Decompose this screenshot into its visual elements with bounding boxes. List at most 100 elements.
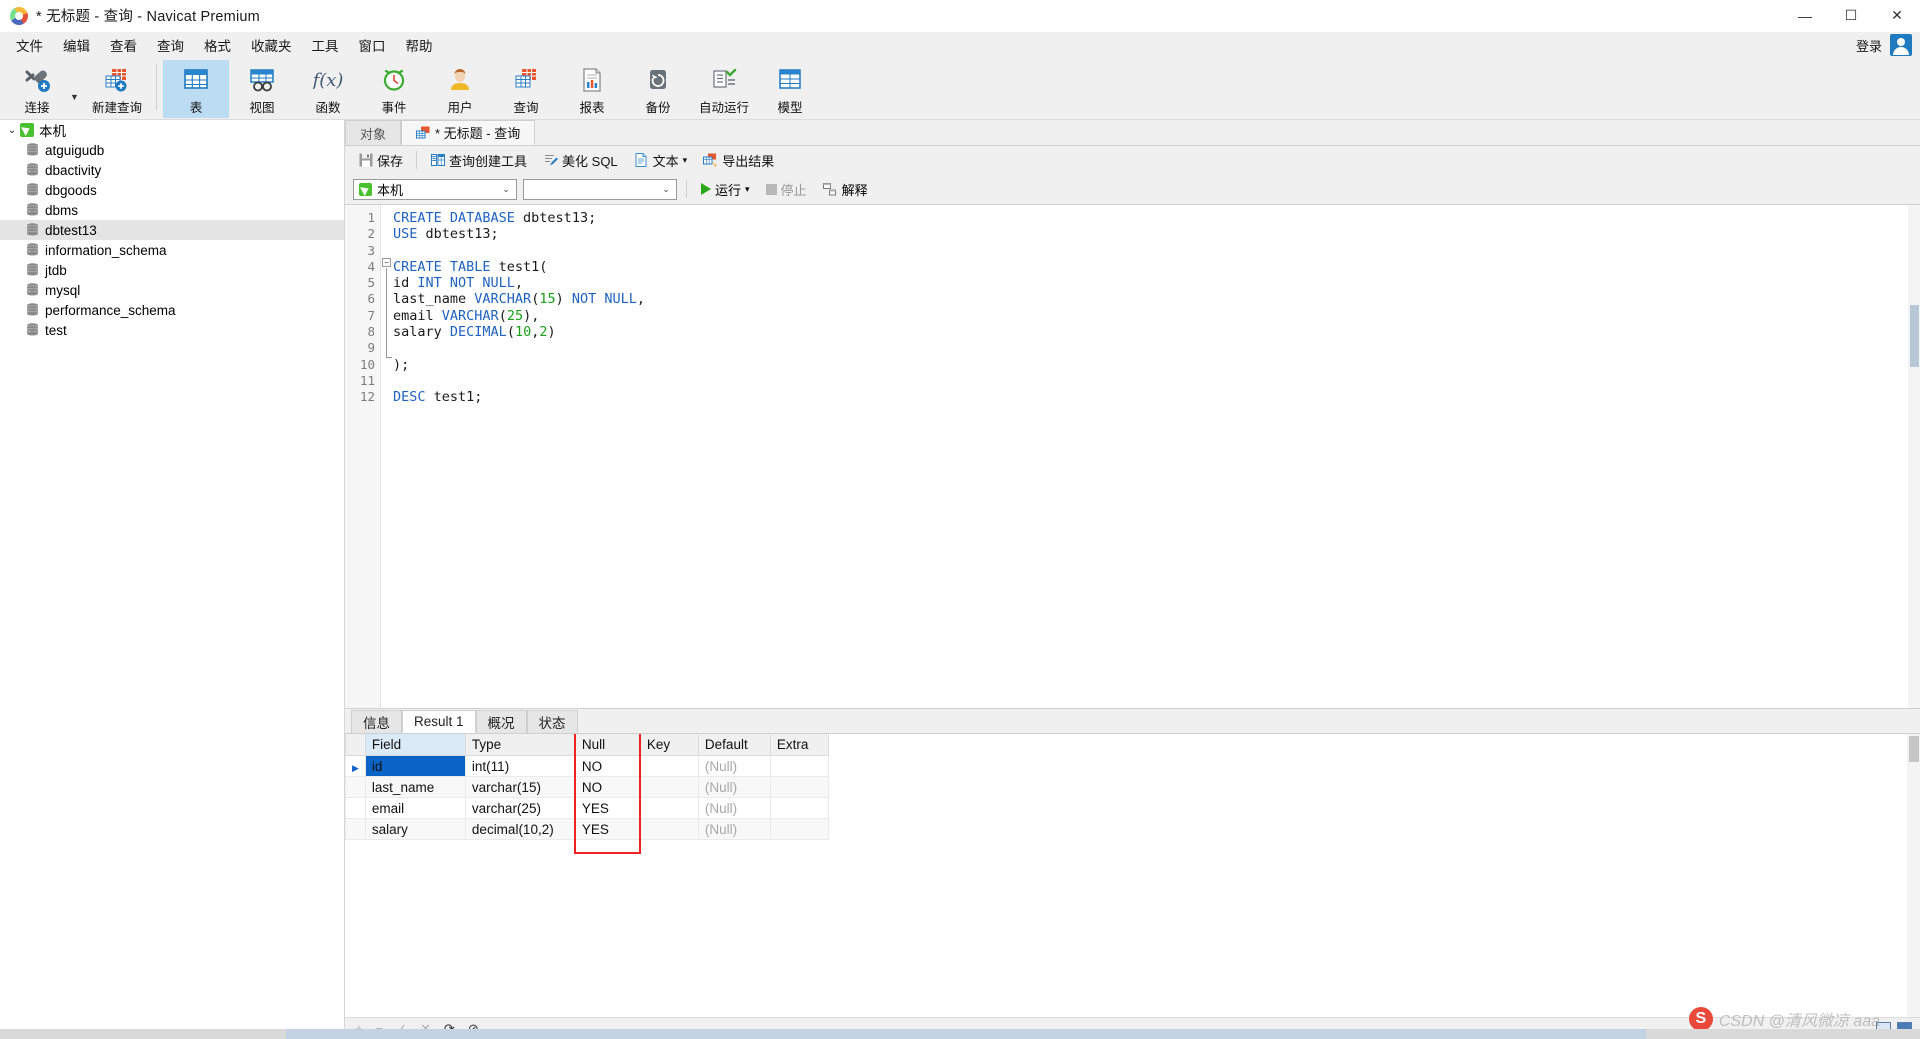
table-cell[interactable]: NO	[574, 755, 641, 777]
table-cell[interactable]: salary	[364, 818, 466, 840]
toolbar-button-model[interactable]: 模型	[757, 60, 823, 118]
menu-item-file[interactable]: 文件	[6, 32, 53, 58]
minimize-button[interactable]: —	[1782, 0, 1828, 32]
toolbar-button-query[interactable]: 查询	[493, 60, 559, 118]
connection-dropdown-caret-icon[interactable]: ▼	[70, 92, 84, 102]
result-tab[interactable]: Result 1	[402, 710, 476, 733]
tree-item-database[interactable]: test	[0, 320, 344, 340]
chevron-down-icon[interactable]: ⌄	[498, 184, 514, 195]
tree-item-database[interactable]: dbgoods	[0, 180, 344, 200]
query-builder-button[interactable]: 查询创建工具	[423, 148, 534, 173]
code-line[interactable]: email VARCHAR(25),	[393, 308, 1920, 324]
avatar[interactable]	[1890, 34, 1912, 56]
code-line[interactable]: last_name VARCHAR(15) NOT NULL,	[393, 291, 1920, 307]
grid-scrollbar[interactable]	[1907, 734, 1920, 1017]
menu-item-help[interactable]: 帮助	[396, 32, 443, 58]
table-cell[interactable]	[639, 797, 699, 819]
table-cell[interactable]: last_name	[364, 776, 466, 798]
run-button[interactable]: 运行 ▾	[696, 178, 755, 201]
editor-fold-column[interactable]: −	[381, 205, 393, 708]
result-tab[interactable]: 概况	[475, 710, 527, 733]
table-cell[interactable]: YES	[574, 818, 641, 840]
result-tab[interactable]: 信息	[351, 710, 402, 733]
editor-scrollbar[interactable]	[1908, 205, 1920, 708]
table-cell[interactable]: (Null)	[697, 776, 771, 798]
column-header[interactable]: Extra	[769, 734, 829, 756]
chevron-down-icon[interactable]: ⌄	[658, 184, 674, 195]
toolbar-button-view[interactable]: 视图	[229, 60, 295, 118]
result-grid-area[interactable]: Field Type Null Key Default Extra ▶ id int(11) NO…	[345, 733, 1920, 1017]
code-line[interactable]: CREATE TABLE test1(	[393, 259, 1920, 275]
grid-scroll-thumb[interactable]	[1909, 736, 1919, 762]
menu-item-format[interactable]: 格式	[194, 32, 241, 58]
chevron-down-icon[interactable]: ▾	[683, 155, 688, 166]
code-line[interactable]: USE dbtest13;	[393, 226, 1920, 242]
tab-untitled-query[interactable]: * 无标题 - 查询	[401, 120, 536, 145]
save-button[interactable]: 保存	[351, 148, 410, 173]
tree-item-database[interactable]: dbtest13	[0, 220, 344, 240]
toolbar-button-backup[interactable]: 备份	[625, 60, 691, 118]
tree-root-local[interactable]: ⌄ 本机	[0, 120, 344, 140]
table-cell[interactable]: int(11)	[464, 755, 576, 777]
chevron-down-icon[interactable]: ⌄	[4, 125, 20, 136]
stop-button[interactable]: 停止	[761, 178, 812, 201]
table-cell[interactable]: decimal(10,2)	[464, 818, 576, 840]
login-area[interactable]: 登录	[1856, 32, 1912, 58]
toolbar-button-table[interactable]: 表	[163, 60, 229, 118]
code-line[interactable]	[393, 243, 1920, 259]
code-line[interactable]: DESC test1;	[393, 389, 1920, 405]
code-line[interactable]	[393, 340, 1920, 356]
table-cell[interactable]	[769, 755, 829, 777]
tree-item-database[interactable]: information_schema	[0, 240, 344, 260]
menu-item-favorites[interactable]: 收藏夹	[241, 32, 302, 58]
tree-item-database[interactable]: mysql	[0, 280, 344, 300]
toolbar-button-connection[interactable]: 连接	[4, 60, 70, 118]
column-header[interactable]: Default	[697, 734, 771, 756]
table-cell[interactable]	[769, 818, 829, 840]
table-row[interactable]: last_name varchar(15) NO (Null)	[345, 776, 829, 798]
table-row[interactable]: ▶ id int(11) NO (Null)	[345, 755, 829, 777]
table-cell[interactable]: email	[364, 797, 466, 819]
toolbar-button-new-query[interactable]: 新建查询	[84, 60, 150, 118]
text-button[interactable]: 文本 ▾	[627, 148, 695, 173]
connection-tree-sidebar[interactable]: ⌄ 本机 atguigudb dbactivity dbgoods dbms dbtes…	[0, 120, 345, 1039]
table-cell[interactable]	[769, 776, 829, 798]
result-grid[interactable]: Field Type Null Key Default Extra ▶ id int(11) NO…	[345, 734, 829, 840]
table-row[interactable]: email varchar(25) YES (Null)	[345, 797, 829, 819]
toolbar-button-function[interactable]: f(x) 函数	[295, 60, 361, 118]
column-header[interactable]: Key	[639, 734, 699, 756]
table-cell[interactable]: (Null)	[697, 755, 771, 777]
table-cell[interactable]: varchar(15)	[464, 776, 576, 798]
explain-button[interactable]: 解释	[818, 178, 873, 201]
menu-item-view[interactable]: 查看	[100, 32, 147, 58]
column-header[interactable]: Type	[464, 734, 576, 756]
export-result-button[interactable]: 导出结果	[696, 148, 781, 173]
chevron-down-icon[interactable]: ▾	[745, 184, 750, 195]
code-line[interactable]: id INT NOT NULL,	[393, 275, 1920, 291]
editor-scroll-thumb[interactable]	[1910, 305, 1919, 367]
menu-item-tools[interactable]: 工具	[302, 32, 349, 58]
connection-select[interactable]: 本机 ⌄	[353, 178, 517, 200]
database-select[interactable]: ⌄	[523, 178, 677, 200]
table-cell[interactable]: NO	[574, 776, 641, 798]
menu-item-query[interactable]: 查询	[147, 32, 194, 58]
tree-item-database[interactable]: performance_schema	[0, 300, 344, 320]
table-cell[interactable]	[639, 755, 699, 777]
tree-item-database[interactable]: atguigudb	[0, 140, 344, 160]
column-header[interactable]: Field	[364, 734, 466, 756]
code-line[interactable]: CREATE DATABASE dbtest13;	[393, 210, 1920, 226]
toolbar-button-event[interactable]: 事件	[361, 60, 427, 118]
result-tab[interactable]: 状态	[526, 710, 578, 733]
toolbar-button-user[interactable]: 用户	[427, 60, 493, 118]
toolbar-button-report[interactable]: 报表	[559, 60, 625, 118]
table-cell[interactable]: (Null)	[697, 818, 771, 840]
editor-code-area[interactable]: CREATE DATABASE dbtest13; USE dbtest13; C…	[393, 205, 1920, 708]
toolbar-button-automation[interactable]: 自动运行	[691, 60, 757, 118]
fold-toggle-icon[interactable]: −	[382, 258, 391, 267]
table-cell[interactable]	[639, 776, 699, 798]
beautify-sql-button[interactable]: 美化 SQL	[536, 148, 625, 173]
menu-item-edit[interactable]: 编辑	[53, 32, 100, 58]
tree-item-database[interactable]: jtdb	[0, 260, 344, 280]
table-cell[interactable]	[769, 797, 829, 819]
table-cell[interactable]: varchar(25)	[464, 797, 576, 819]
